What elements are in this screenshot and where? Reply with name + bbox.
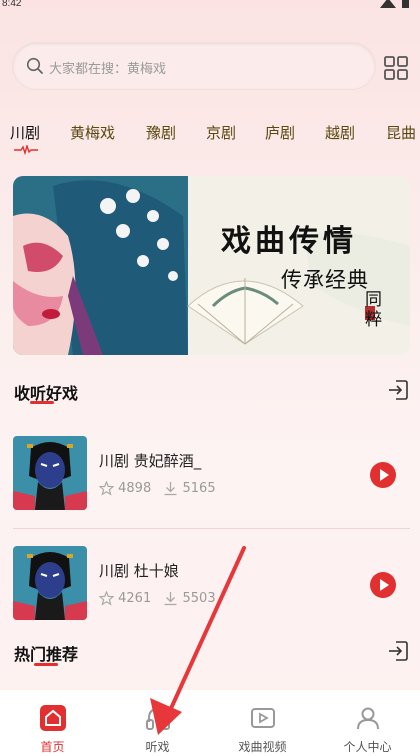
search-placeholder: 大家都在搜：黄梅戏 — [49, 62, 167, 77]
nav-home[interactable]: 首页 — [0, 690, 105, 756]
song-item[interactable]: 川剧 贵妃醉酒_ 4898 5165 — [13, 436, 410, 512]
person-icon — [356, 707, 379, 730]
banner-subtitle: 传承经典 — [281, 268, 369, 292]
nav-listen[interactable]: 听戏 — [105, 690, 210, 756]
category-grid-icon[interactable] — [383, 55, 409, 81]
tab-huangmeixi[interactable]: 黄梅戏 — [70, 122, 115, 143]
song-title: 川剧 杜十娘 — [99, 562, 179, 580]
video-icon — [250, 708, 275, 728]
active-tab-indicator — [14, 145, 38, 155]
nav-label: 首页 — [40, 740, 65, 754]
search-bar[interactable]: 大家都在搜：黄梅戏 — [13, 43, 375, 89]
tab-chuanju[interactable]: 川剧 — [10, 122, 40, 143]
star-icon — [99, 591, 114, 606]
opera-banner[interactable]: 戏曲传情 传承经典 同粹 — [13, 176, 410, 355]
nav-profile[interactable]: 个人中心 — [315, 690, 420, 756]
song-cover-image — [13, 436, 87, 510]
home-icon — [39, 705, 66, 731]
song-title: 川剧 贵妃醉酒_ — [99, 452, 202, 470]
bottom-nav: 首页 听戏 戏曲视频 个人中心 — [0, 690, 420, 756]
section-title-hot: 热门推荐 — [14, 645, 79, 664]
song-downloads: 5165 — [182, 481, 216, 496]
section-underline — [34, 663, 58, 666]
song-likes: 4261 — [118, 591, 152, 606]
song-stats: 4261 5503 — [99, 591, 216, 606]
download-icon — [164, 482, 177, 496]
song-item[interactable]: 川剧 杜十娘 4261 5503 — [13, 546, 410, 622]
banner-stamp: 同粹 — [365, 290, 382, 330]
status-time: 8:42 — [2, 0, 22, 9]
nav-label: 听戏 — [145, 740, 170, 754]
search-icon — [26, 57, 43, 74]
banner-title: 戏曲传情 — [221, 224, 357, 259]
status-bar: 8:42 — [0, 0, 420, 14]
category-tabs: 川剧 黄梅戏 豫剧 京剧 庐剧 越剧 昆曲 — [0, 116, 420, 156]
song-stats: 4898 5165 — [99, 481, 216, 496]
song-cover-image — [13, 546, 87, 620]
list-divider — [13, 528, 410, 529]
tab-kunqu[interactable]: 昆曲 — [386, 122, 416, 143]
tab-yuju[interactable]: 豫剧 — [146, 122, 176, 143]
tab-jingju[interactable]: 京剧 — [206, 122, 236, 143]
tab-yueju[interactable]: 越剧 — [325, 122, 355, 143]
signal-battery-icon — [380, 0, 409, 8]
download-icon — [164, 592, 177, 606]
play-icon[interactable] — [369, 461, 397, 489]
play-icon[interactable] — [369, 571, 397, 599]
tab-luju[interactable]: 庐剧 — [265, 122, 295, 143]
section-underline — [30, 401, 54, 404]
song-likes: 4898 — [118, 481, 152, 496]
nav-label: 戏曲视频 — [238, 740, 287, 754]
more-listen-icon[interactable] — [386, 378, 410, 402]
headphones-icon — [145, 707, 170, 730]
nav-label: 个人中心 — [343, 740, 392, 754]
song-downloads: 5503 — [182, 591, 216, 606]
more-hot-icon[interactable] — [386, 639, 410, 663]
star-icon — [99, 481, 114, 496]
nav-video[interactable]: 戏曲视频 — [210, 690, 315, 756]
